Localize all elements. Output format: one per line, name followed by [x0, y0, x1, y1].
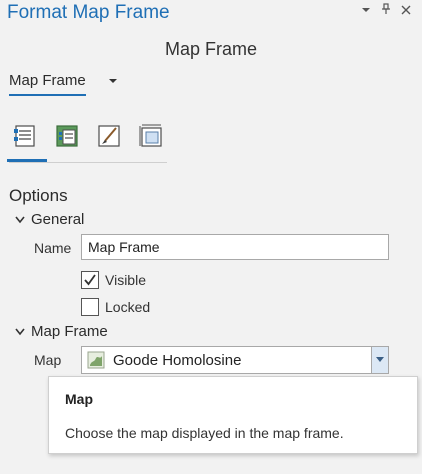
pane-controls — [360, 3, 412, 18]
tab-symbol[interactable] — [93, 121, 125, 159]
name-field[interactable] — [81, 234, 389, 260]
element-title: Map Frame — [164, 39, 258, 59]
chevron-down-icon[interactable] — [15, 213, 27, 227]
name-label: Name — [34, 240, 72, 256]
locked-checkbox-row[interactable]: Locked — [81, 298, 150, 316]
tab-options[interactable] — [7, 121, 47, 162]
tab-display[interactable] — [51, 121, 83, 159]
locked-label: Locked — [105, 299, 151, 315]
map-frame-group-label: Map Frame — [31, 323, 108, 340]
dropdown-arrow-icon[interactable] — [371, 347, 388, 373]
general-group-label: General — [31, 211, 85, 228]
visible-checkbox[interactable] — [81, 271, 99, 289]
options-heading: Options — [9, 186, 68, 205]
element-selector-dropdown[interactable]: Map Frame — [9, 72, 118, 96]
chevron-down-icon[interactable] — [15, 325, 27, 339]
options-tab-icon — [14, 125, 35, 147]
format-tabs — [7, 121, 167, 163]
close-icon[interactable] — [400, 3, 412, 18]
map-frame-group-header[interactable]: Map Frame — [15, 323, 108, 340]
element-selector-value: Map Frame — [9, 72, 86, 96]
pane-title: Format Map Frame — [7, 2, 170, 23]
checkmark-icon — [84, 274, 96, 286]
tooltip-title: Map — [65, 391, 93, 407]
chevron-down-icon[interactable] — [108, 77, 118, 88]
general-group-header[interactable]: General — [15, 211, 84, 228]
display-tab-icon — [56, 125, 78, 147]
visible-checkbox-row[interactable]: Visible — [81, 271, 146, 289]
symbol-tab-icon — [98, 125, 120, 147]
map-dropdown-value: Goode Homolosine — [113, 351, 242, 369]
map-dropdown[interactable]: Goode Homolosine — [81, 346, 389, 374]
tooltip-body: Choose the map displayed in the map fram… — [65, 425, 344, 441]
map-label: Map — [34, 352, 62, 368]
map-tooltip: Map Choose the map displayed in the map … — [48, 376, 418, 454]
tab-placement[interactable] — [135, 121, 167, 159]
placement-tab-icon — [139, 124, 162, 147]
map-icon — [87, 351, 105, 369]
locked-checkbox[interactable] — [81, 298, 99, 316]
pin-icon[interactable] — [380, 3, 392, 18]
visible-label: Visible — [105, 272, 146, 288]
chevron-down-icon[interactable] — [360, 3, 372, 18]
